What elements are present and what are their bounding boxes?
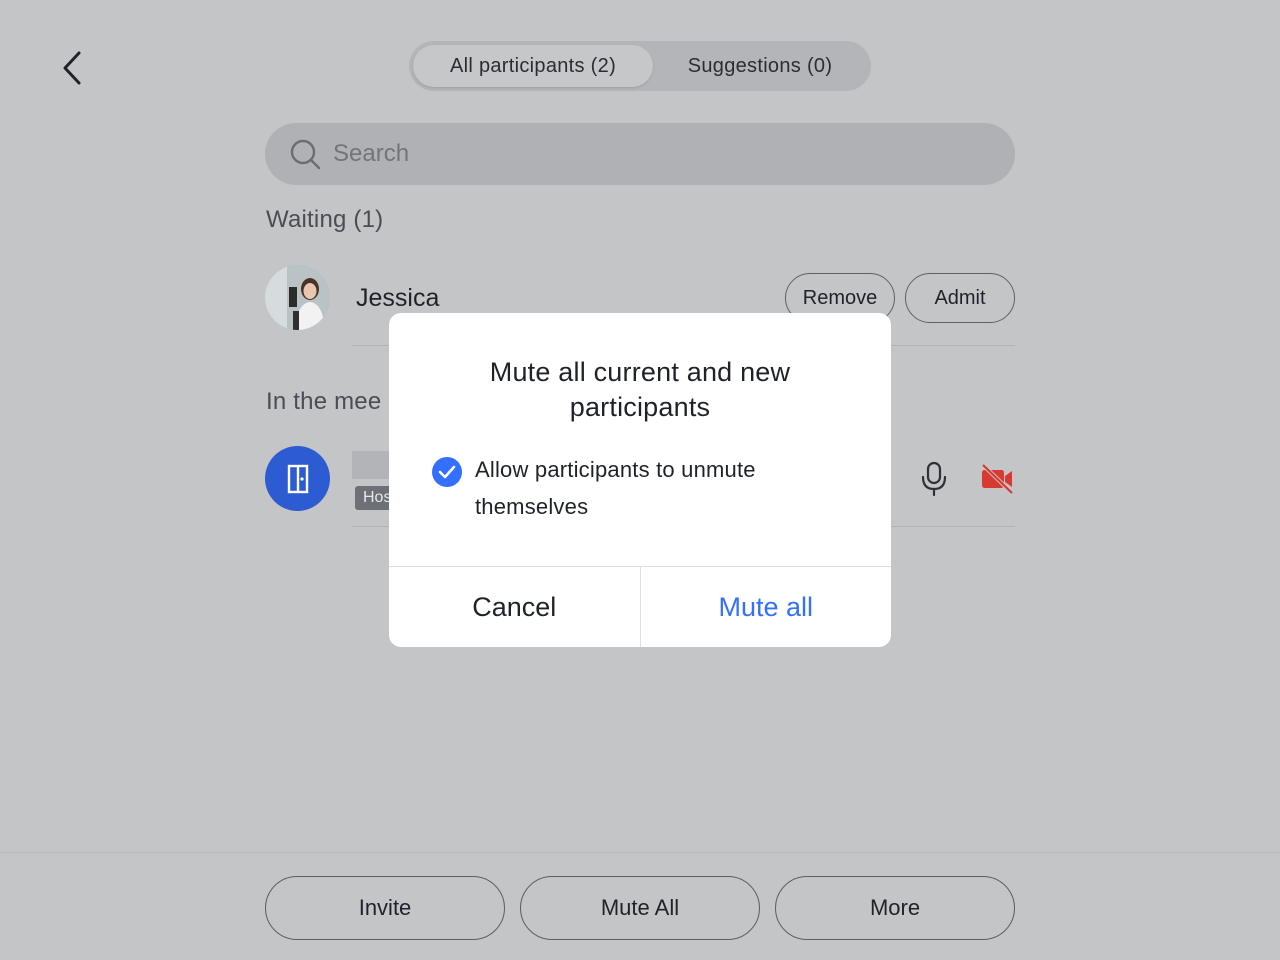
camera-off-icon <box>981 463 1014 495</box>
back-button[interactable] <box>54 48 90 88</box>
cancel-button[interactable]: Cancel <box>389 567 641 647</box>
microphone-button[interactable] <box>914 459 954 499</box>
avatar <box>265 265 330 330</box>
camera-button[interactable] <box>977 459 1017 499</box>
mute-all-dialog: Mute all current and new participants Al… <box>389 313 891 647</box>
dialog-title: Mute all current and new participants <box>489 357 791 422</box>
tab-all-participants[interactable]: All participants (2) <box>413 45 653 87</box>
participant-tabs: All participants (2) Suggestions (0) <box>409 41 871 91</box>
search-input[interactable] <box>333 140 973 168</box>
room-avatar <box>265 446 330 511</box>
tab-suggestions[interactable]: Suggestions (0) <box>653 45 867 87</box>
search-bar[interactable] <box>265 123 1015 185</box>
waiting-section-label: Waiting (1) <box>266 206 384 233</box>
dialog-actions: Cancel Mute all <box>389 566 891 647</box>
invite-button[interactable]: Invite <box>265 876 505 940</box>
confirm-mute-all-button[interactable]: Mute all <box>641 567 892 647</box>
mute-all-button[interactable]: Mute All <box>520 876 760 940</box>
search-icon <box>290 139 321 170</box>
checkmark-icon <box>438 465 456 479</box>
in-meeting-section-label: In the mee <box>266 388 382 415</box>
microphone-icon <box>921 461 947 497</box>
participant-name-placeholder <box>352 451 392 479</box>
footer-toolbar: Invite Mute All More <box>0 852 1280 960</box>
admit-button[interactable]: Admit <box>905 273 1015 323</box>
chevron-left-icon <box>63 51 81 85</box>
allow-unmute-label[interactable]: Allow participants to unmute themselves <box>475 451 835 525</box>
more-button[interactable]: More <box>775 876 1015 940</box>
participant-name: Jessica <box>356 284 440 312</box>
avatar-photo-icon <box>265 265 330 330</box>
allow-unmute-checkbox[interactable] <box>432 457 462 487</box>
door-icon <box>287 464 308 493</box>
